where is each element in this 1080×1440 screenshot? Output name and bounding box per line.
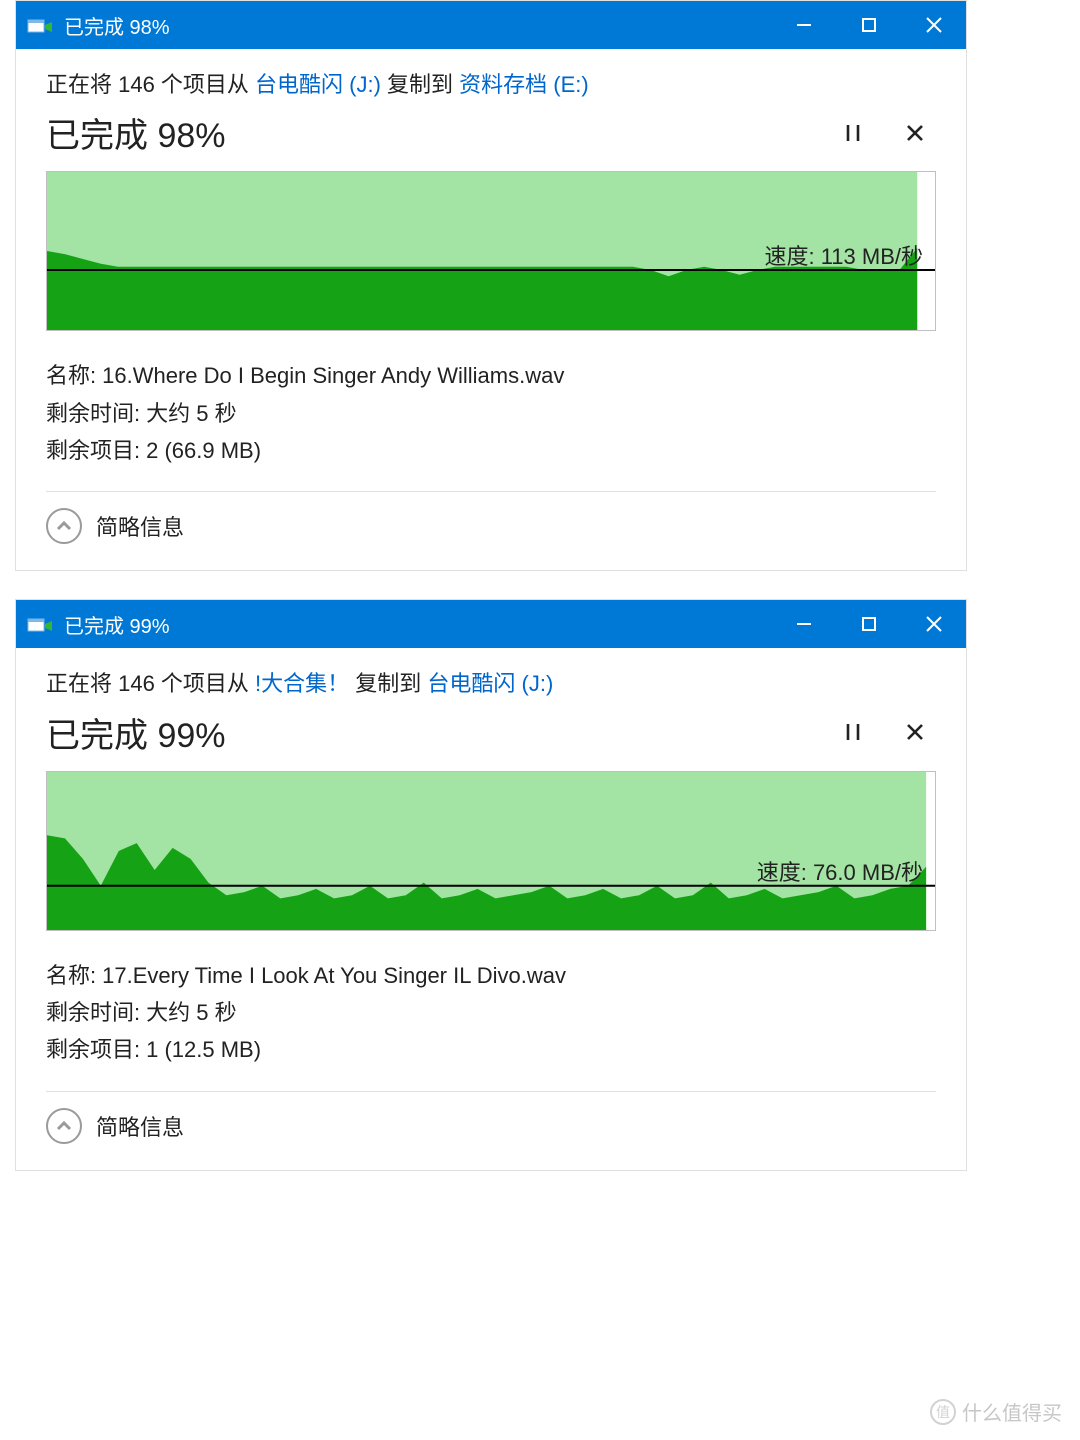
copy-dialog: 已完成 98% 正在将 146 个项目从 台电酷闪 (J:) 复制到 资料存档 … <box>15 0 967 571</box>
time-remaining-value: 大约 5 秒 <box>146 994 236 1031</box>
app-icon <box>26 15 54 35</box>
destination-link[interactable]: 资料存档 (E:) <box>459 72 589 97</box>
details-block: 名称:16.Where Do I Begin Singer Andy Willi… <box>46 357 936 469</box>
titlebar: 已完成 99% <box>16 600 966 648</box>
time-remaining-key: 剩余时间: <box>46 395 140 432</box>
cancel-button[interactable] <box>894 112 936 154</box>
collapse-toggle[interactable] <box>46 1108 82 1144</box>
titlebar: 已完成 98% <box>16 1 966 49</box>
watermark: 值 什么值得买 <box>930 1397 1062 1426</box>
name-key: 名称: <box>46 957 96 994</box>
brief-label: 简略信息 <box>96 510 184 542</box>
copy-prefix: 正在将 146 个项目从 <box>46 671 255 696</box>
speed-label: 速度: 76.0 MB/秒 <box>755 855 925 887</box>
maximize-button[interactable] <box>836 600 901 648</box>
time-remaining-value: 大约 5 秒 <box>146 395 236 432</box>
maximize-button[interactable] <box>836 1 901 49</box>
source-link[interactable]: !大合集！ <box>255 671 349 696</box>
progress-label: 已完成 98% <box>46 108 812 157</box>
watermark-text: 什么值得买 <box>962 1397 1062 1426</box>
window-title: 已完成 98% <box>64 11 170 40</box>
speed-chart: 速度: 76.0 MB/秒 <box>46 771 936 931</box>
speed-label: 速度: 113 MB/秒 <box>762 239 925 271</box>
items-remaining-key: 剩余项目: <box>46 432 140 469</box>
close-button[interactable] <box>901 600 966 648</box>
minimize-button[interactable] <box>771 600 836 648</box>
window-title: 已完成 99% <box>64 610 170 639</box>
items-remaining-value: 2 (66.9 MB) <box>146 432 261 469</box>
copy-description: 正在将 146 个项目从 !大合集！ 复制到 台电酷闪 (J:) <box>46 666 936 701</box>
watermark-logo-icon: 值 <box>930 1399 956 1425</box>
close-button[interactable] <box>901 1 966 49</box>
cancel-button[interactable] <box>894 711 936 753</box>
speed-chart: 速度: 113 MB/秒 <box>46 171 936 331</box>
copy-prefix: 正在将 146 个项目从 <box>46 72 255 97</box>
progress-label: 已完成 99% <box>46 708 812 757</box>
brief-label: 简略信息 <box>96 1110 184 1142</box>
name-key: 名称: <box>46 357 96 394</box>
name-value: 16.Where Do I Begin Singer Andy Williams… <box>102 357 564 394</box>
source-link[interactable]: 台电酷闪 (J:) <box>255 72 381 97</box>
pause-button[interactable] <box>832 112 874 154</box>
copy-mid: 复制到 <box>349 671 427 696</box>
copy-dialog: 已完成 99% 正在将 146 个项目从 !大合集！ 复制到 台电酷闪 (J:)… <box>15 599 967 1170</box>
details-block: 名称:17.Every Time I Look At You Singer IL… <box>46 957 936 1069</box>
copy-description: 正在将 146 个项目从 台电酷闪 (J:) 复制到 资料存档 (E:) <box>46 67 936 102</box>
name-value: 17.Every Time I Look At You Singer IL Di… <box>102 957 566 994</box>
app-icon <box>26 614 54 634</box>
destination-link[interactable]: 台电酷闪 (J:) <box>427 671 553 696</box>
items-remaining-value: 1 (12.5 MB) <box>146 1031 261 1068</box>
collapse-toggle[interactable] <box>46 508 82 544</box>
copy-mid: 复制到 <box>381 72 459 97</box>
pause-button[interactable] <box>832 711 874 753</box>
time-remaining-key: 剩余时间: <box>46 994 140 1031</box>
items-remaining-key: 剩余项目: <box>46 1031 140 1068</box>
minimize-button[interactable] <box>771 1 836 49</box>
